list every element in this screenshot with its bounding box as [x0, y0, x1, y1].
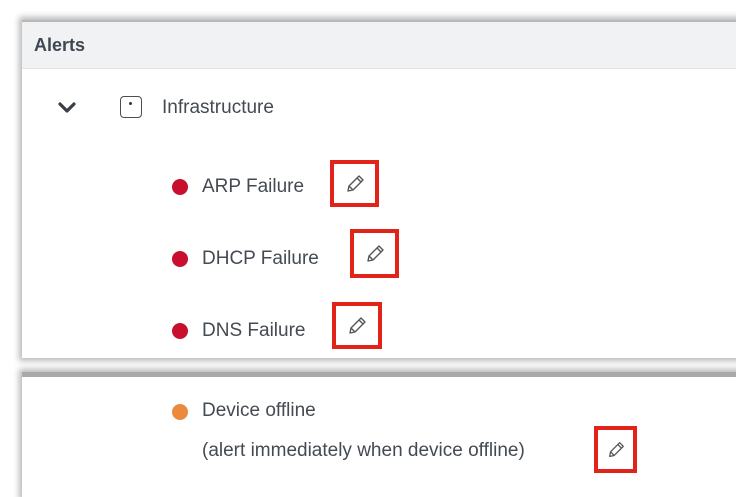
pencil-icon	[349, 316, 366, 334]
infrastructure-group-icon	[120, 96, 142, 118]
pencil-icon	[608, 441, 624, 457]
device-offline-panel: Device offline (alert immediately when d…	[22, 372, 736, 497]
alert-label-device-offline: Device offline	[202, 400, 316, 421]
alert-label-dns-failure: DNS Failure	[202, 320, 306, 341]
alert-detail-device-offline: (alert immediately when device offline)	[202, 440, 525, 461]
edit-device-offline-button[interactable]	[594, 426, 637, 473]
edit-arp-failure-button[interactable]	[330, 160, 379, 207]
alerts-panel: Alerts Infrastructure ARP Failure DHCP F…	[22, 20, 736, 358]
edit-dns-failure-button[interactable]	[332, 302, 382, 349]
pencil-icon	[366, 244, 384, 262]
infrastructure-group-label: Infrastructure	[162, 97, 274, 118]
pencil-icon	[346, 174, 364, 192]
warning-dot-icon	[172, 404, 188, 420]
alert-label-dhcp-failure: DHCP Failure	[202, 248, 319, 269]
alerts-header: Alerts	[22, 22, 736, 69]
edit-dhcp-failure-button[interactable]	[350, 229, 399, 278]
critical-dot-icon	[172, 323, 188, 339]
critical-dot-icon	[172, 251, 188, 267]
alert-label-arp-failure: ARP Failure	[202, 176, 305, 197]
alerts-title: Alerts	[34, 35, 86, 55]
critical-dot-icon	[172, 179, 188, 195]
chevron-down-icon[interactable]	[56, 100, 78, 116]
